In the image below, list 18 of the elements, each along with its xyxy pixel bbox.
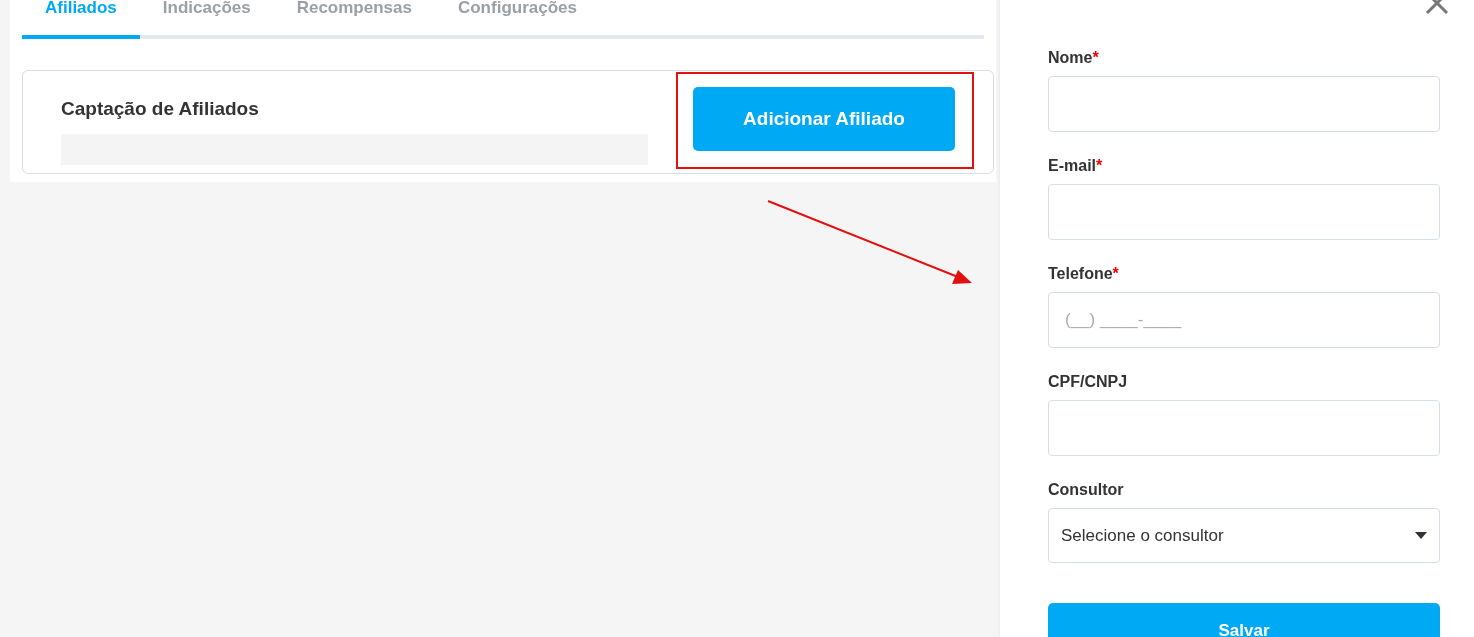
select-field[interactable]: Selecione o consultor	[1048, 508, 1440, 563]
card-title: Captação de Afiliados	[61, 97, 260, 121]
field-label: Nome*	[1048, 48, 1100, 68]
field-label: E-mail*	[1048, 156, 1104, 176]
input-field[interactable]	[1048, 184, 1440, 240]
tab[interactable]: Afiliados	[22, 0, 140, 39]
save-button[interactable]: Salvar	[1048, 603, 1440, 637]
input-field[interactable]	[1048, 400, 1440, 456]
tab[interactable]: Configurações	[434, 0, 600, 39]
tab[interactable]: Recompensas	[273, 0, 435, 39]
field-label: Consultor	[1048, 480, 1125, 500]
add-affiliate-button[interactable]: Adicionar Afiliado	[693, 87, 955, 151]
field-label: Telefone*	[1048, 264, 1120, 284]
input-field[interactable]: (__) ____-____	[1048, 292, 1440, 348]
field-label: CPF/CNPJ	[1048, 372, 1129, 392]
tab[interactable]: Indicações	[139, 0, 274, 39]
input-field[interactable]	[1048, 76, 1440, 132]
caret-icon	[1415, 532, 1427, 539]
